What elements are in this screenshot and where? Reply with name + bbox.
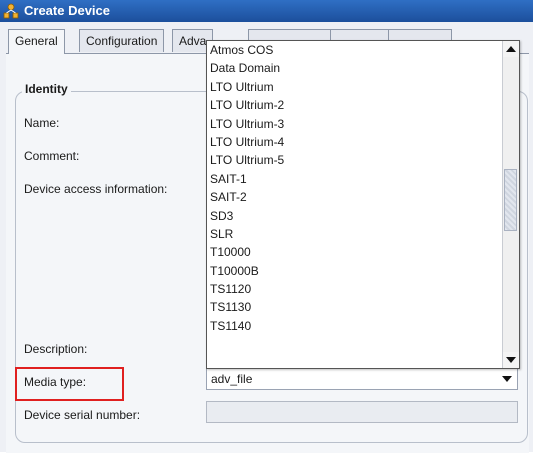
media-type-highlight xyxy=(15,367,124,401)
media-type-option[interactable]: TS1120 xyxy=(207,280,503,298)
media-type-dropdown-list: Atmos COS Data Domain LTO Ultrium LTO Ul… xyxy=(206,40,520,369)
media-type-option[interactable]: Data Domain xyxy=(207,59,503,77)
description-label: Description: xyxy=(24,342,88,356)
media-type-option[interactable]: LTO Ultrium-2 xyxy=(207,96,503,114)
device-serial-field[interactable] xyxy=(206,401,518,423)
media-type-option[interactable]: TS1140 xyxy=(207,317,503,335)
title-bar[interactable]: Create Device xyxy=(0,0,533,22)
media-type-option[interactable]: LTO Ultrium-3 xyxy=(207,115,503,133)
media-type-select[interactable]: adv_file xyxy=(206,368,518,390)
comment-label: Comment: xyxy=(24,149,80,163)
create-device-window: Create Device General Configuration Adva… xyxy=(0,0,533,453)
device-serial-label: Device serial number: xyxy=(24,408,141,422)
tab-configuration[interactable]: Configuration xyxy=(79,29,165,52)
window-title: Create Device xyxy=(24,3,110,18)
arrow-up-icon xyxy=(506,46,516,52)
identity-group-title: Identity xyxy=(22,82,71,96)
media-type-option[interactable]: T10000B xyxy=(207,262,503,280)
media-type-option[interactable]: LTO Ultrium-4 xyxy=(207,133,503,151)
media-type-option[interactable]: SAIT-2 xyxy=(207,188,503,206)
media-type-option[interactable]: LTO Ultrium-5 xyxy=(207,151,503,169)
media-type-option[interactable]: SAIT-1 xyxy=(207,170,503,188)
media-type-option[interactable]: T10000 xyxy=(207,243,503,261)
media-type-option[interactable]: LTO Ultrium xyxy=(207,78,503,96)
scroll-up-button[interactable] xyxy=(503,41,519,57)
device-tree-icon xyxy=(3,3,19,19)
dropdown-scrollbar[interactable] xyxy=(502,41,519,368)
media-type-option[interactable]: TS1130 xyxy=(207,298,503,316)
scroll-thumb[interactable] xyxy=(504,169,517,231)
arrow-down-icon xyxy=(506,357,516,363)
media-type-option[interactable]: SLR xyxy=(207,225,503,243)
media-type-option[interactable]: SD3 xyxy=(207,207,503,225)
tab-general[interactable]: General xyxy=(8,29,65,54)
media-type-option[interactable]: Atmos COS xyxy=(207,41,503,59)
name-label: Name: xyxy=(24,116,60,130)
media-type-options: Atmos COS Data Domain LTO Ultrium LTO Ul… xyxy=(207,41,503,335)
media-type-value: adv_file xyxy=(211,372,253,386)
device-access-label: Device access information: xyxy=(24,182,168,196)
chevron-down-icon[interactable] xyxy=(502,376,512,382)
scroll-down-button[interactable] xyxy=(503,352,519,368)
